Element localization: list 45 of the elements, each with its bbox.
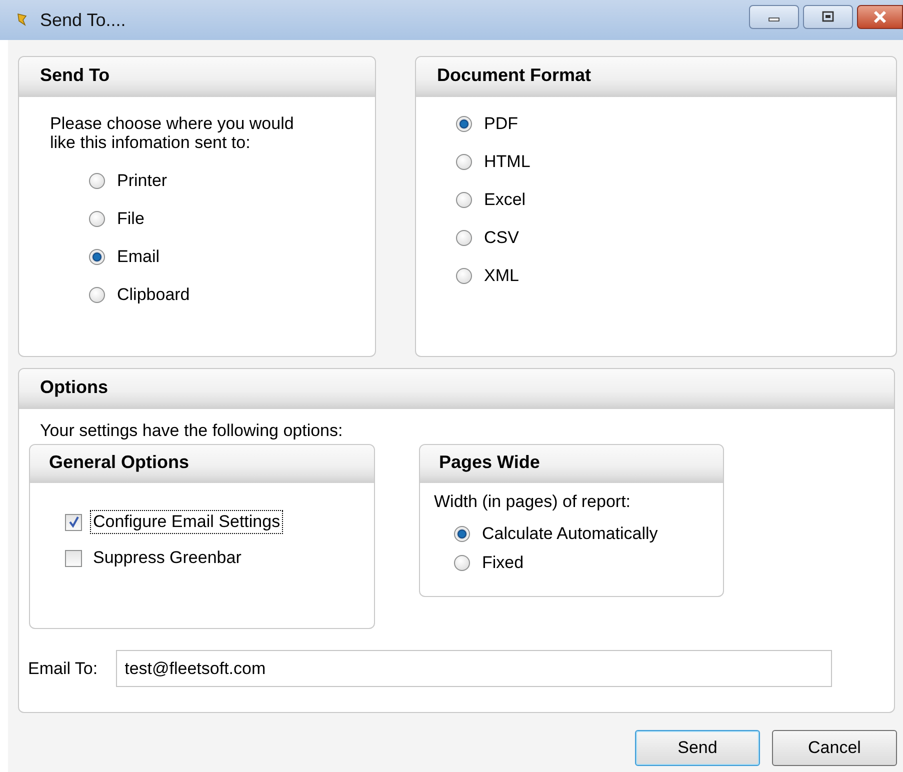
close-icon bbox=[872, 10, 888, 24]
panel-header: Pages Wide bbox=[420, 445, 723, 483]
radio-button[interactable] bbox=[89, 173, 105, 189]
radio-label[interactable]: Calculate Automatically bbox=[482, 524, 658, 544]
radio-label[interactable]: Printer bbox=[117, 171, 168, 191]
panel-header: Send To bbox=[19, 57, 375, 97]
minimize-button[interactable] bbox=[749, 5, 799, 29]
window-title: Send To.... bbox=[40, 10, 126, 30]
email-field[interactable]: test@fleetsoft.com bbox=[116, 650, 832, 687]
radio-button[interactable] bbox=[89, 211, 105, 227]
panel-header: General Options bbox=[30, 445, 374, 483]
send-button[interactable]: Send bbox=[635, 730, 760, 766]
app-icon bbox=[16, 13, 28, 27]
radio-button[interactable] bbox=[456, 268, 472, 284]
checkbox-label[interactable]: Configure Email Settings bbox=[90, 510, 284, 534]
checkbox-label[interactable]: Suppress Greenbar bbox=[90, 546, 244, 570]
radio-button[interactable] bbox=[456, 192, 472, 208]
radio-button[interactable] bbox=[456, 230, 472, 246]
radio-button[interactable] bbox=[454, 526, 470, 542]
radio-label[interactable]: Email bbox=[117, 247, 160, 267]
checkbox[interactable] bbox=[65, 550, 82, 566]
panel-header: Options bbox=[19, 369, 894, 409]
radio-label[interactable]: File bbox=[117, 209, 144, 229]
restore-icon bbox=[821, 11, 835, 23]
radio-button[interactable] bbox=[456, 154, 472, 170]
prompt-text: Please choose where you would like this infomation sent to: bbox=[50, 114, 295, 152]
field-label: Email To: bbox=[28, 658, 98, 678]
cancel-button[interactable]: Cancel bbox=[772, 730, 897, 766]
radio-label[interactable]: XML bbox=[484, 266, 519, 286]
prompt-text: Width (in pages) of report: bbox=[434, 492, 632, 512]
radio-label[interactable]: Excel bbox=[484, 190, 526, 210]
radio-label[interactable]: CSV bbox=[484, 228, 519, 248]
radio-label[interactable]: PDF bbox=[484, 114, 518, 134]
restore-button[interactable] bbox=[803, 5, 853, 29]
radio-button[interactable] bbox=[89, 287, 105, 303]
radio-label[interactable]: Fixed bbox=[482, 552, 524, 572]
radio-button[interactable] bbox=[456, 116, 472, 132]
intro-text: Your settings have the following options: bbox=[40, 421, 344, 441]
radio-label[interactable]: Clipboard bbox=[117, 285, 190, 305]
panel-header: Document Format bbox=[416, 57, 896, 97]
radio-button[interactable] bbox=[454, 554, 470, 570]
close-button[interactable] bbox=[857, 5, 903, 29]
radio-button[interactable] bbox=[89, 249, 105, 265]
radio-label[interactable]: HTML bbox=[484, 152, 530, 172]
checkbox[interactable] bbox=[65, 514, 82, 530]
